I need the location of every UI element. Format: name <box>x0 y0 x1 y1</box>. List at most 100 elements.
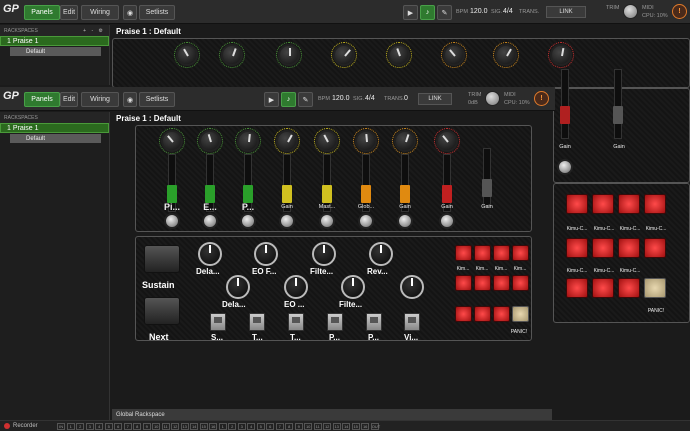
knob[interactable] <box>314 128 340 154</box>
pad[interactable] <box>512 275 529 291</box>
pad[interactable] <box>618 238 640 258</box>
knob[interactable] <box>392 128 418 154</box>
fader-cap[interactable] <box>167 185 177 203</box>
panic-button[interactable]: ! <box>534 91 549 106</box>
pad[interactable] <box>474 245 491 261</box>
trans-value[interactable]: 0 <box>404 95 408 102</box>
round-button[interactable] <box>164 213 180 229</box>
big-knob[interactable] <box>369 242 393 266</box>
knob[interactable] <box>235 128 261 154</box>
pad[interactable] <box>618 194 640 214</box>
pad[interactable] <box>493 306 510 322</box>
sig-value[interactable]: 4/4 <box>365 95 375 102</box>
fader[interactable] <box>613 69 623 139</box>
metronome-icon[interactable]: ♪ <box>420 5 435 20</box>
globe-icon[interactable]: ◉ <box>123 92 137 107</box>
knob[interactable] <box>274 128 300 154</box>
fader-cap[interactable] <box>482 179 492 197</box>
big-knob[interactable] <box>254 242 278 266</box>
knob[interactable] <box>174 42 200 68</box>
panic-pad[interactable] <box>644 278 666 298</box>
trim-knob[interactable] <box>485 91 500 106</box>
globe-icon[interactable]: ◉ <box>123 5 137 20</box>
round-button[interactable] <box>279 213 295 229</box>
pad[interactable] <box>566 194 588 214</box>
round-button[interactable] <box>397 213 413 229</box>
big-knob[interactable] <box>400 275 424 299</box>
link-button[interactable]: LINK <box>418 93 452 105</box>
knob[interactable] <box>159 128 185 154</box>
knob[interactable] <box>434 128 460 154</box>
panic-pad[interactable] <box>512 306 529 322</box>
tab-wiring[interactable]: Wiring <box>81 92 119 107</box>
pad[interactable] <box>644 238 666 258</box>
rackspace-item[interactable]: 1 Praise 1 <box>0 36 109 46</box>
rackspace-item[interactable]: 1 Praise 1 <box>0 123 109 133</box>
pad[interactable] <box>592 238 614 258</box>
bpm-value[interactable]: 120.0 <box>470 8 488 15</box>
fader-cap[interactable] <box>361 185 371 203</box>
toggle-switch[interactable] <box>404 313 420 331</box>
tab-setlists[interactable]: Setlists <box>139 92 175 107</box>
big-knob[interactable] <box>312 242 336 266</box>
knob[interactable] <box>441 42 467 68</box>
variation-item[interactable]: Default <box>10 134 101 143</box>
toggle-switch[interactable] <box>249 313 265 331</box>
knob[interactable] <box>493 42 519 68</box>
variation-item[interactable]: Default <box>10 47 101 56</box>
knob[interactable] <box>548 42 574 68</box>
pad[interactable] <box>512 245 529 261</box>
trim-knob[interactable] <box>623 4 638 19</box>
pad[interactable] <box>618 278 640 298</box>
fader-cap[interactable] <box>243 185 253 203</box>
play-button[interactable]: ▶ <box>264 92 279 107</box>
big-knob[interactable] <box>341 275 365 299</box>
knob[interactable] <box>276 42 302 68</box>
pad[interactable] <box>474 306 491 322</box>
pad[interactable] <box>455 306 472 322</box>
pad[interactable] <box>644 194 666 214</box>
tab-edit[interactable]: Edit <box>60 5 78 20</box>
tab-wiring[interactable]: Wiring <box>81 5 119 20</box>
knob[interactable] <box>219 42 245 68</box>
fader-cap[interactable] <box>282 185 292 203</box>
pad[interactable] <box>592 194 614 214</box>
wrench-icon[interactable]: ✎ <box>298 92 313 107</box>
big-knob[interactable] <box>226 275 250 299</box>
next-pedal[interactable] <box>144 297 180 325</box>
pad[interactable] <box>566 238 588 258</box>
round-button[interactable] <box>240 213 256 229</box>
record-icon[interactable] <box>4 423 10 429</box>
link-button[interactable]: LINK <box>546 6 586 18</box>
pad[interactable] <box>474 275 491 291</box>
global-rackspace-bar[interactable]: Global Rackspace <box>112 409 552 420</box>
knob[interactable] <box>353 128 379 154</box>
sustain-pedal[interactable] <box>144 245 180 273</box>
sig-value[interactable]: 4/4 <box>503 8 513 15</box>
knob[interactable] <box>197 128 223 154</box>
toggle-switch[interactable] <box>210 313 226 331</box>
round-button[interactable] <box>202 213 218 229</box>
fader[interactable] <box>560 69 570 139</box>
tab-panels[interactable]: Panels <box>24 5 60 20</box>
round-button[interactable] <box>358 213 374 229</box>
round-button[interactable] <box>319 213 335 229</box>
fader-cap[interactable] <box>322 185 332 203</box>
wrench-icon[interactable]: ✎ <box>437 5 452 20</box>
play-button[interactable]: ▶ <box>403 5 418 20</box>
pad[interactable] <box>493 275 510 291</box>
panic-button[interactable]: ! <box>672 4 687 19</box>
tab-setlists[interactable]: Setlists <box>139 5 175 20</box>
toggle-switch[interactable] <box>366 313 382 331</box>
knob[interactable] <box>386 42 412 68</box>
big-knob[interactable] <box>198 242 222 266</box>
fader-cap[interactable] <box>400 185 410 203</box>
pad[interactable] <box>566 278 588 298</box>
pad[interactable] <box>455 245 472 261</box>
pad[interactable] <box>493 245 510 261</box>
tab-panels[interactable]: Panels <box>24 92 60 107</box>
knob[interactable] <box>331 42 357 68</box>
metronome-icon[interactable]: ♪ <box>281 92 296 107</box>
toggle-switch[interactable] <box>327 313 343 331</box>
big-knob[interactable] <box>284 275 308 299</box>
